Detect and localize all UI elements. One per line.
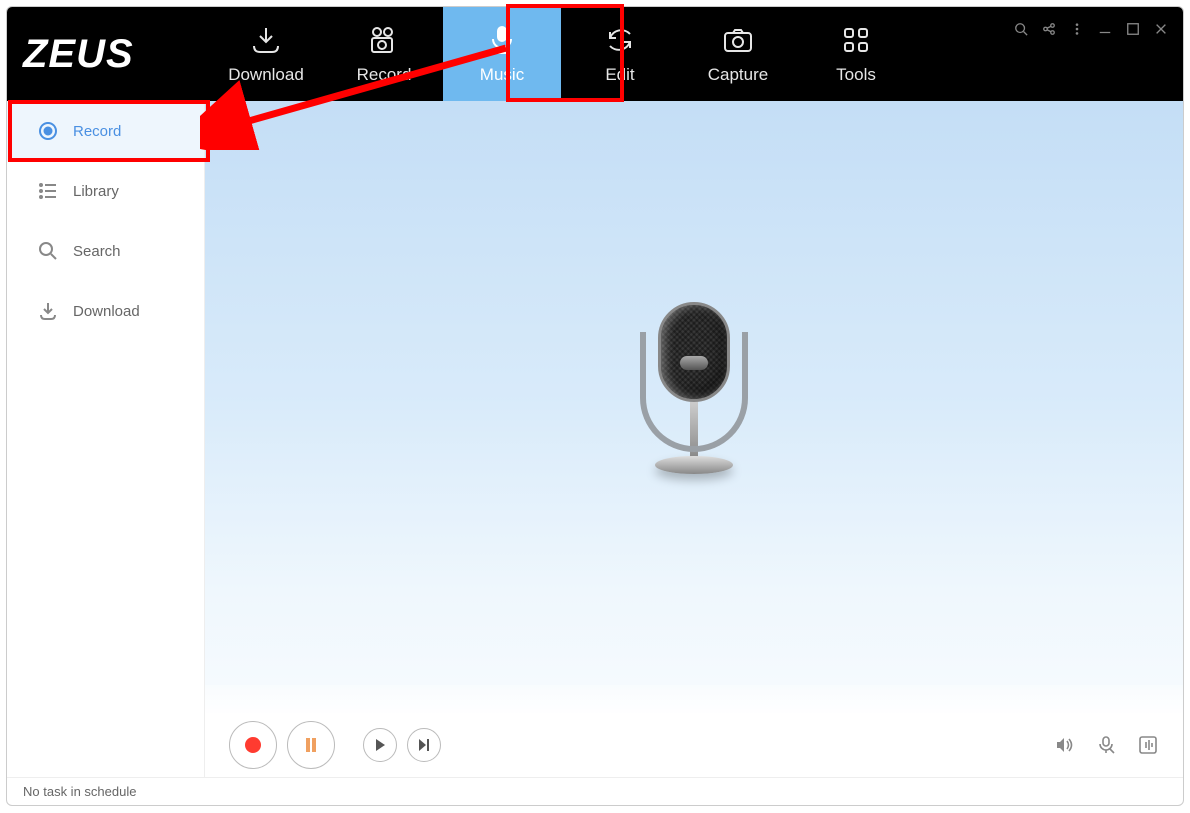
pause-button[interactable] [287, 721, 335, 769]
sidebar-item-label: Library [73, 183, 119, 200]
main-area [205, 101, 1183, 777]
close-button[interactable] [1153, 21, 1169, 37]
sidebar-item-search[interactable]: Search [7, 221, 204, 281]
record-button[interactable] [229, 721, 277, 769]
player-utilities [1053, 713, 1159, 777]
microphone-icon [485, 23, 519, 57]
waveform-icon[interactable] [1137, 734, 1159, 756]
sidebar-item-label: Record [73, 123, 121, 140]
app-body: Record Library Search Download [7, 101, 1183, 777]
sidebar-item-label: Download [73, 303, 140, 320]
video-camera-icon [367, 23, 401, 57]
maximize-button[interactable] [1125, 21, 1141, 37]
tab-label: Download [228, 65, 304, 85]
microphone-illustration [639, 302, 749, 512]
menu-icon[interactable] [1069, 21, 1085, 37]
tab-edit[interactable]: Edit [561, 7, 679, 101]
sidebar-item-record[interactable]: Record [7, 101, 204, 161]
play-button[interactable] [363, 728, 397, 762]
status-bar: No task in schedule [7, 777, 1183, 805]
sidebar-item-library[interactable]: Library [7, 161, 204, 221]
download-icon [249, 23, 283, 57]
recording-canvas [205, 101, 1183, 713]
tab-download[interactable]: Download [207, 7, 325, 101]
minimize-button[interactable] [1097, 21, 1113, 37]
tab-capture[interactable]: Capture [679, 7, 797, 101]
next-button[interactable] [407, 728, 441, 762]
download-icon [37, 300, 59, 322]
sidebar-item-label: Search [73, 243, 121, 260]
app-logo: ZEUS [7, 32, 207, 77]
tab-label: Capture [708, 65, 768, 85]
grid-icon [839, 23, 873, 57]
share-icon[interactable] [1041, 21, 1057, 37]
mic-settings-icon[interactable] [1095, 734, 1117, 756]
tab-label: Edit [605, 65, 634, 85]
sidebar: Record Library Search Download [7, 101, 205, 777]
window-controls [1013, 21, 1169, 37]
tab-label: Music [480, 65, 524, 85]
camera-icon [721, 23, 755, 57]
search-icon[interactable] [1013, 21, 1029, 37]
tab-label: Tools [836, 65, 876, 85]
sidebar-item-download[interactable]: Download [7, 281, 204, 341]
player-bar [205, 713, 1183, 777]
app-window: ZEUS Download [6, 6, 1184, 806]
tab-label: Record [357, 65, 412, 85]
radio-icon [37, 120, 59, 142]
tab-music[interactable]: Music [443, 7, 561, 101]
volume-icon[interactable] [1053, 734, 1075, 756]
search-icon [37, 240, 59, 262]
tab-record[interactable]: Record [325, 7, 443, 101]
status-text: No task in schedule [23, 784, 136, 799]
tab-tools[interactable]: Tools [797, 7, 915, 101]
refresh-icon [603, 23, 637, 57]
top-header: ZEUS Download [7, 7, 1183, 101]
list-icon [37, 180, 59, 202]
